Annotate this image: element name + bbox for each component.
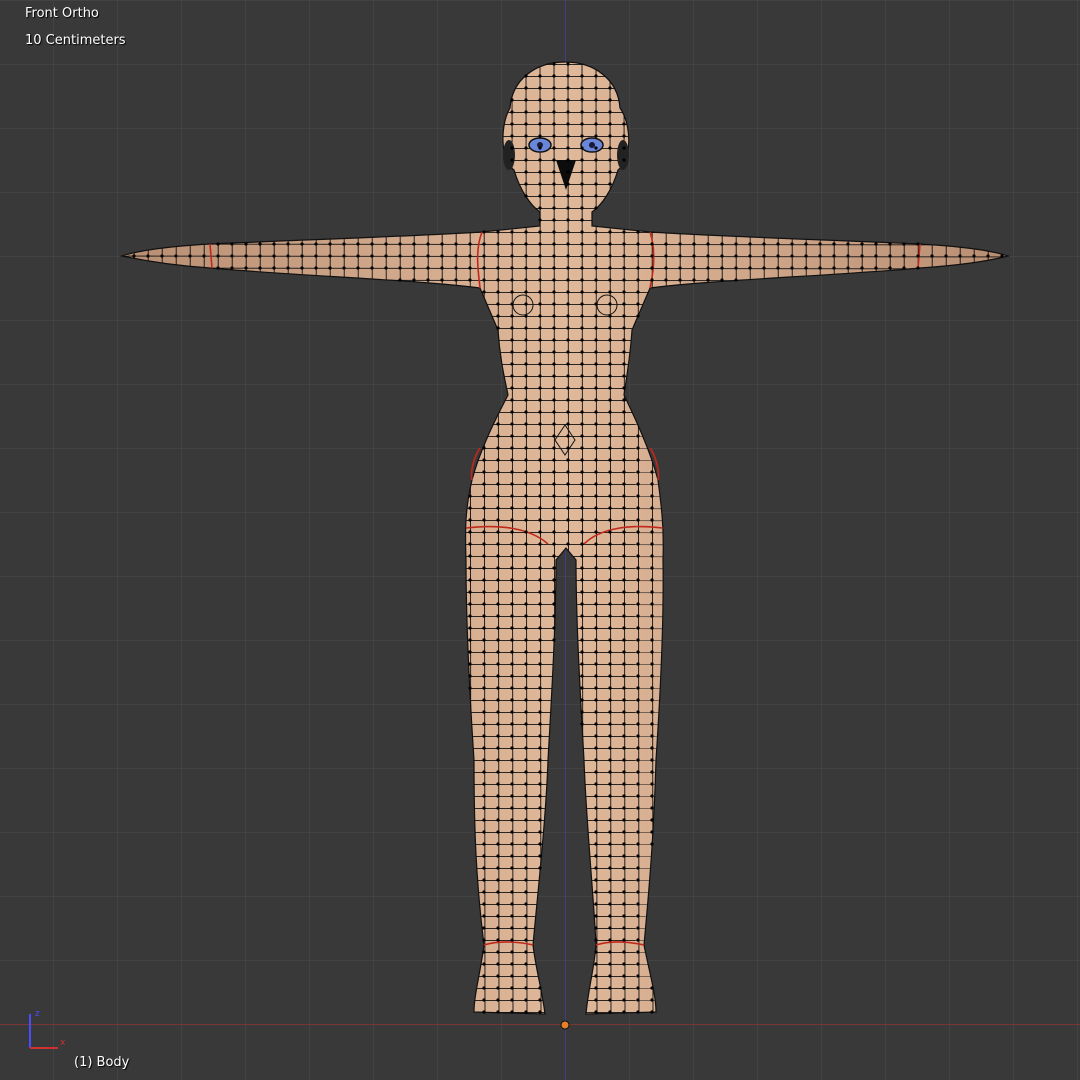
mesh-canvas: z x (29, 60, 1020, 1049)
left-ear-icon (503, 140, 515, 170)
view-name-label: Front Ortho (25, 6, 99, 21)
3d-viewport[interactable]: z x Front Ortho 10 Centimeters (1) Body (0, 0, 1080, 1080)
right-ear-icon (617, 140, 629, 170)
body-mesh[interactable] (100, 60, 1020, 1016)
svg-text:z: z (35, 1009, 40, 1019)
body-silhouette (119, 61, 1011, 1015)
object-info-label: (1) Body (74, 1055, 130, 1070)
object-origin-icon[interactable] (560, 1020, 570, 1030)
axis-gizmo-icon: z x (29, 1009, 66, 1049)
svg-text:x: x (60, 1038, 66, 1048)
grid-scale-label: 10 Centimeters (25, 33, 126, 48)
